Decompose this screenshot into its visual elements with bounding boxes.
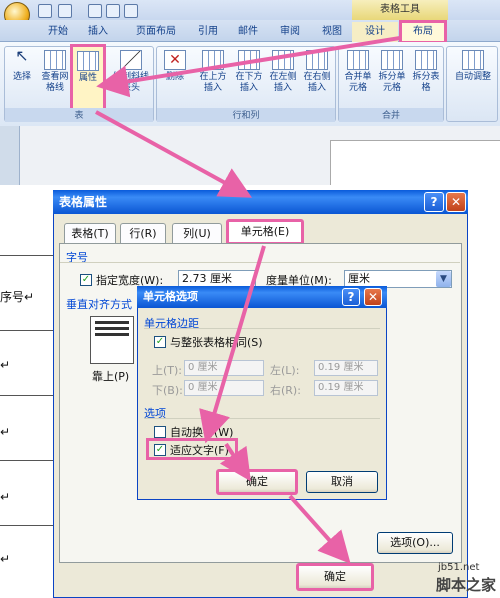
watermark-name: 脚本之家 (436, 576, 497, 594)
arrow-ok-to-final-ok (288, 494, 351, 564)
arrow-layout-to-properties (96, 36, 401, 98)
arrow-cell-tab-to-fit-text (199, 245, 266, 444)
arrow-properties-to-dialog (95, 110, 253, 198)
watermark-url: jb51.net (438, 562, 480, 573)
arrow-fit-text-to-ok (219, 442, 251, 482)
annotation-arrows (95, 36, 401, 564)
